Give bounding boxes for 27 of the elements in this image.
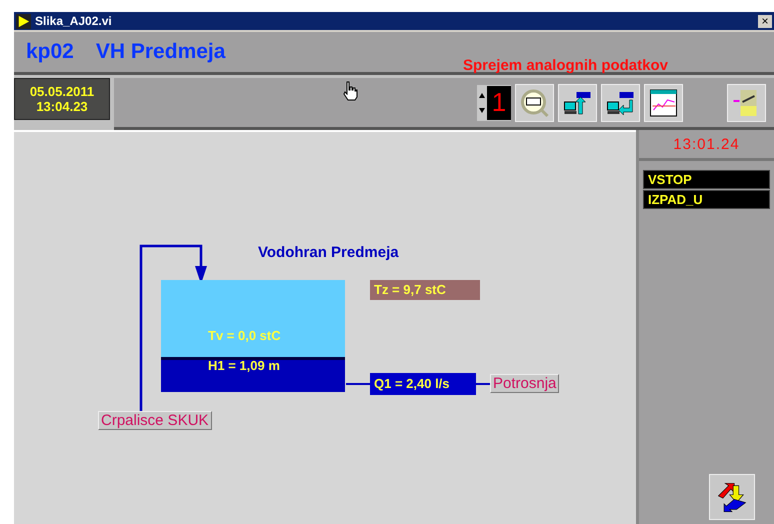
flow-reading: Q1 = 2,40 l/s <box>370 373 476 395</box>
counter-value: 1 <box>487 86 511 120</box>
alarm-item: VSTOP <box>643 170 770 189</box>
chart-window-icon[interactable] <box>644 84 683 122</box>
time-text: 13:04.23 <box>36 99 88 114</box>
labview-icon <box>16 14 31 28</box>
last-update-time: 13:01.24 <box>639 130 774 161</box>
water-temperature: Tv = 0,0 stC <box>208 328 281 343</box>
date-text: 05.05.2011 <box>30 84 94 99</box>
mode-label: Sprejem analognih podatkov <box>462 57 668 74</box>
reservoir-title: Vodohran Predmeja <box>258 244 399 261</box>
water-height: H1 = 1,09 m <box>208 358 280 373</box>
refresh-icon[interactable] <box>709 474 755 520</box>
hand-cursor-icon <box>342 81 358 101</box>
station-code: kp02 <box>26 40 74 64</box>
source-button[interactable]: Crpalisce SKUK <box>98 411 212 430</box>
counter-spinner[interactable]: 1 <box>477 84 511 120</box>
exit-door-icon[interactable] <box>727 84 766 122</box>
station-name: VH Predmeja <box>96 40 226 64</box>
window-title: Slika_AJ02.vi <box>35 14 113 28</box>
consumer-button[interactable]: Potrosnja <box>490 374 560 393</box>
air-temperature: Tz = 9,7 stC <box>370 280 480 300</box>
download-computer-icon[interactable] <box>601 84 640 122</box>
upload-computer-icon[interactable] <box>558 84 597 122</box>
close-button[interactable]: × <box>758 14 772 28</box>
magnifier-icon[interactable] <box>515 84 554 122</box>
alarm-item: IZPAD_U <box>643 190 770 209</box>
